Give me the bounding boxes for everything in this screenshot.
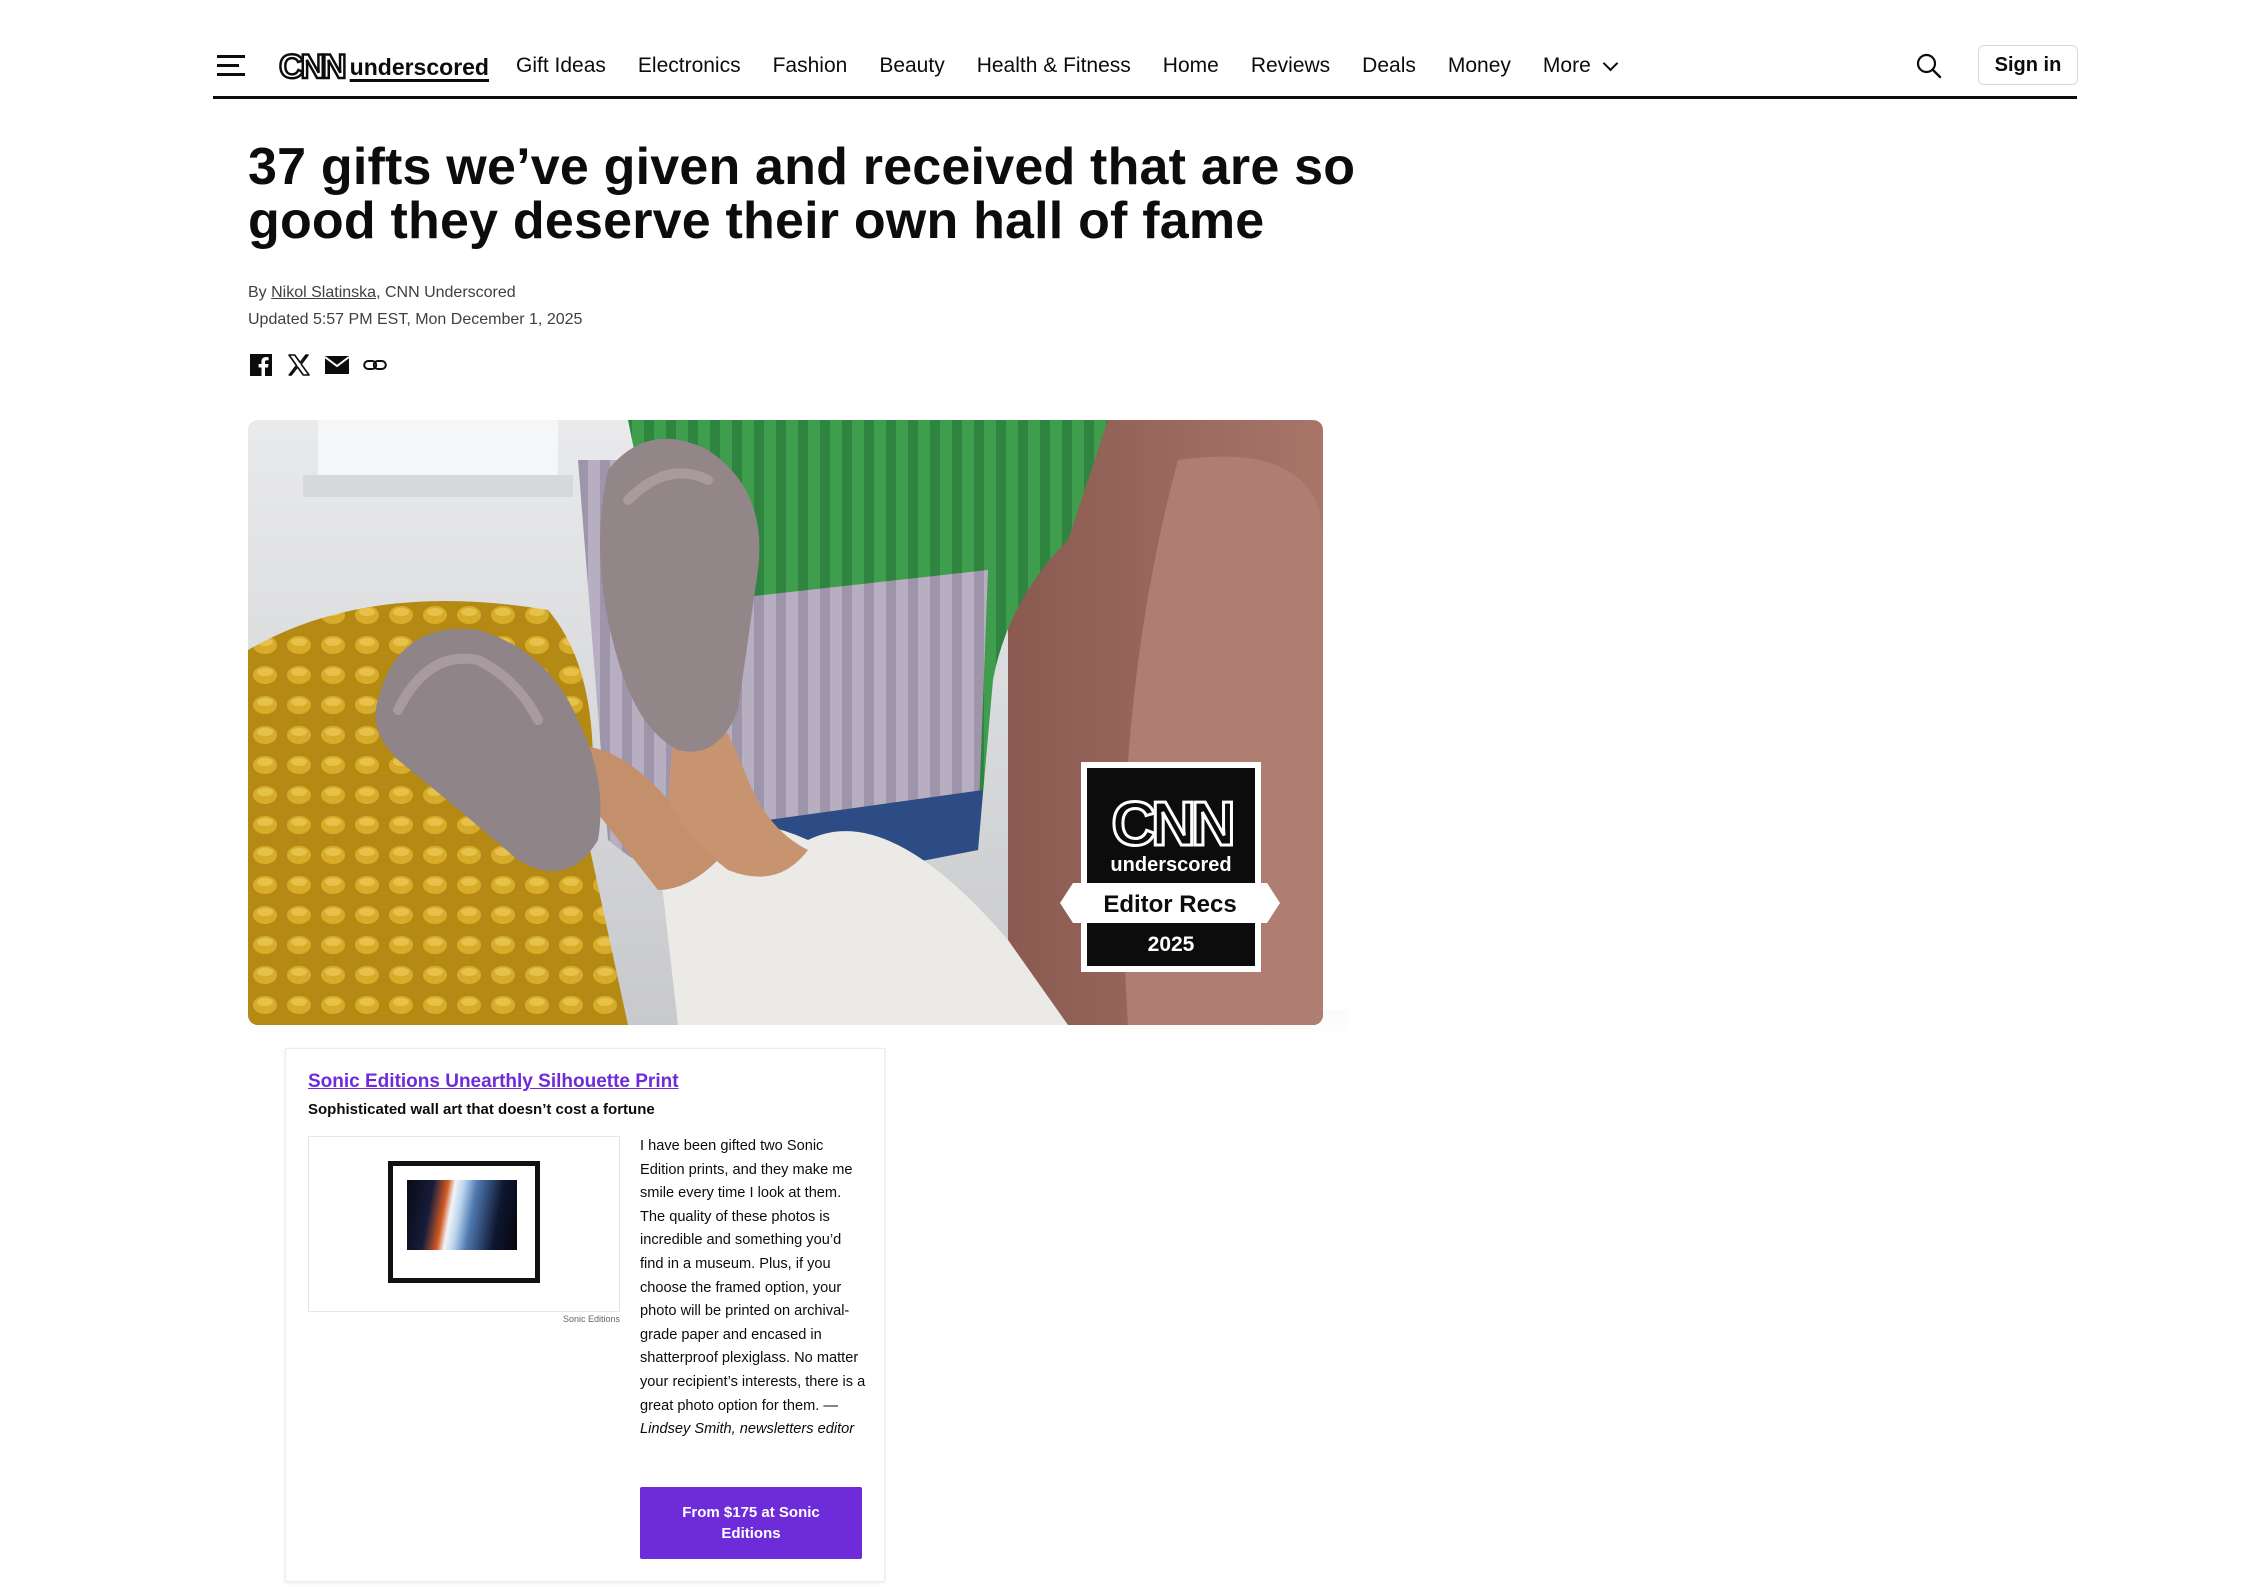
image-credit: Sonic Editions	[562, 1314, 620, 1324]
product-subtitle: Sophisticated wall art that doesn’t cost…	[308, 1101, 655, 1118]
print-artwork	[407, 1180, 517, 1250]
site-header: CNN underscored Gift Ideas Electronics F…	[213, 40, 2078, 99]
badge-wordmark: underscored	[1110, 854, 1231, 876]
buy-button[interactable]: From $175 at Sonic Editions	[640, 1487, 862, 1559]
share-bar	[248, 352, 400, 378]
hero-photo: CNN underscored Editor Recs 2025	[248, 420, 1323, 1025]
nav-more-dropdown[interactable]: More	[1542, 54, 1619, 78]
logo-mark: CNN	[278, 48, 348, 86]
badge-year: 2025	[1148, 933, 1195, 956]
nav-more-label: More	[1542, 54, 1591, 77]
nav-item-beauty[interactable]: Beauty	[879, 54, 944, 78]
nav-item-gift-ideas[interactable]: Gift Ideas	[516, 54, 606, 78]
sign-in-button[interactable]: Sign in	[1978, 45, 2078, 85]
site-logo[interactable]: CNN underscored	[278, 48, 489, 86]
nav-item-home[interactable]: Home	[1163, 54, 1219, 78]
byline: By Nikol Slatinska, CNN Underscored	[248, 284, 516, 302]
product-description-text: I have been gifted two Sonic Edition pri…	[640, 1138, 866, 1414]
author-link[interactable]: Nikol Slatinska	[271, 284, 376, 301]
email-icon[interactable]	[324, 352, 350, 378]
nav-item-reviews[interactable]: Reviews	[1251, 54, 1330, 78]
facebook-icon[interactable]	[248, 352, 274, 378]
menu-icon[interactable]	[217, 55, 245, 77]
main-nav: Gift Ideas Electronics Fashion Beauty He…	[516, 54, 1648, 78]
link-icon[interactable]	[362, 352, 388, 378]
logo-wordmark: underscored	[349, 53, 489, 80]
product-image[interactable]	[308, 1136, 620, 1312]
nav-item-electronics[interactable]: Electronics	[638, 54, 741, 78]
product-attribution: Lindsey Smith, newsletters editor	[640, 1421, 855, 1438]
article-headline: 37 gifts we’ve given and received that a…	[248, 138, 1356, 250]
framed-print	[388, 1161, 540, 1283]
nav-item-money[interactable]: Money	[1448, 54, 1511, 78]
product-title-link[interactable]: Sonic Editions Unearthly Silhouette Prin…	[308, 1071, 679, 1093]
editor-recs-badge: CNN underscored Editor Recs 2025	[1060, 762, 1280, 972]
hero-image: CNN underscored Editor Recs 2025	[248, 420, 1323, 1025]
nav-item-fashion[interactable]: Fashion	[773, 54, 848, 78]
byline-prefix: By	[248, 284, 272, 301]
byline-outlet: , CNN Underscored	[376, 284, 516, 301]
nav-item-health-fitness[interactable]: Health & Fitness	[977, 54, 1131, 78]
badge-mark: CNN	[1111, 790, 1232, 859]
badge-ribbon-text: Editor Recs	[1103, 891, 1236, 918]
updated-timestamp: Updated 5:57 PM EST, Mon December 1, 202…	[248, 311, 583, 328]
x-icon[interactable]	[286, 352, 312, 378]
product-description: I have been gifted two Sonic Edition pri…	[640, 1135, 866, 1442]
product-card: Sonic Editions Unearthly Silhouette Prin…	[285, 1048, 885, 1582]
chevron-down-icon	[1602, 55, 1619, 71]
nav-item-deals[interactable]: Deals	[1362, 54, 1416, 78]
search-icon[interactable]	[1915, 52, 1943, 80]
